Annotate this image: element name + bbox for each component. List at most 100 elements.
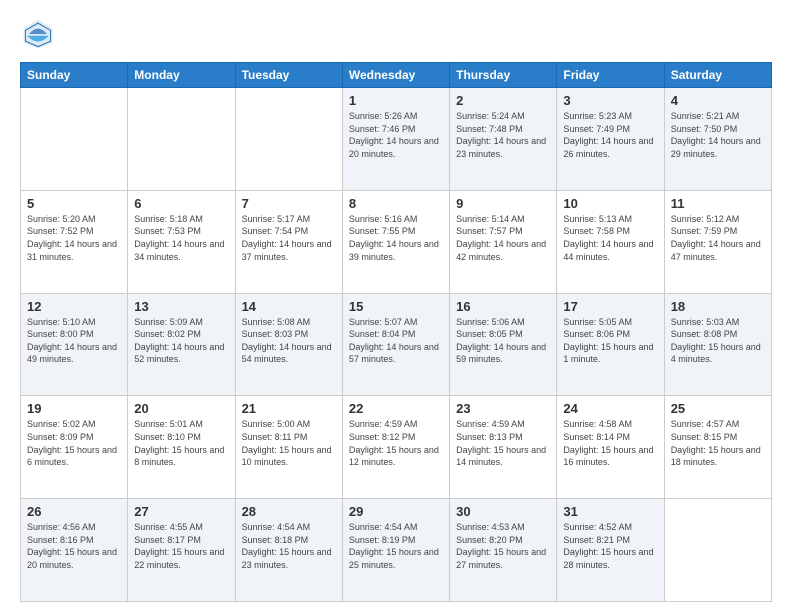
day-detail: Sunrise: 5:01 AMSunset: 8:10 PMDaylight:… [134, 418, 228, 468]
day-number: 29 [349, 504, 443, 519]
day-detail: Sunrise: 4:53 AMSunset: 8:20 PMDaylight:… [456, 521, 550, 571]
day-cell: 4 Sunrise: 5:21 AMSunset: 7:50 PMDayligh… [664, 88, 771, 191]
day-number: 30 [456, 504, 550, 519]
day-cell: 25 Sunrise: 4:57 AMSunset: 8:15 PMDaylig… [664, 396, 771, 499]
day-detail: Sunrise: 5:23 AMSunset: 7:49 PMDaylight:… [563, 110, 657, 160]
day-detail: Sunrise: 4:59 AMSunset: 8:12 PMDaylight:… [349, 418, 443, 468]
day-cell: 3 Sunrise: 5:23 AMSunset: 7:49 PMDayligh… [557, 88, 664, 191]
day-number: 14 [242, 299, 336, 314]
day-cell: 24 Sunrise: 4:58 AMSunset: 8:14 PMDaylig… [557, 396, 664, 499]
day-number: 7 [242, 196, 336, 211]
day-number: 1 [349, 93, 443, 108]
calendar-page: SundayMondayTuesdayWednesdayThursdayFrid… [0, 0, 792, 612]
day-detail: Sunrise: 4:55 AMSunset: 8:17 PMDaylight:… [134, 521, 228, 571]
day-number: 31 [563, 504, 657, 519]
day-cell: 6 Sunrise: 5:18 AMSunset: 7:53 PMDayligh… [128, 190, 235, 293]
day-detail: Sunrise: 5:03 AMSunset: 8:08 PMDaylight:… [671, 316, 765, 366]
weekday-header-wednesday: Wednesday [342, 63, 449, 88]
day-number: 9 [456, 196, 550, 211]
day-detail: Sunrise: 5:12 AMSunset: 7:59 PMDaylight:… [671, 213, 765, 263]
day-number: 18 [671, 299, 765, 314]
weekday-header-thursday: Thursday [450, 63, 557, 88]
day-cell: 18 Sunrise: 5:03 AMSunset: 8:08 PMDaylig… [664, 293, 771, 396]
day-detail: Sunrise: 4:54 AMSunset: 8:18 PMDaylight:… [242, 521, 336, 571]
day-detail: Sunrise: 4:57 AMSunset: 8:15 PMDaylight:… [671, 418, 765, 468]
day-cell: 20 Sunrise: 5:01 AMSunset: 8:10 PMDaylig… [128, 396, 235, 499]
day-cell: 14 Sunrise: 5:08 AMSunset: 8:03 PMDaylig… [235, 293, 342, 396]
week-row-5: 26 Sunrise: 4:56 AMSunset: 8:16 PMDaylig… [21, 499, 772, 602]
day-detail: Sunrise: 5:16 AMSunset: 7:55 PMDaylight:… [349, 213, 443, 263]
weekday-header-friday: Friday [557, 63, 664, 88]
weekday-header-saturday: Saturday [664, 63, 771, 88]
day-number: 12 [27, 299, 121, 314]
day-detail: Sunrise: 5:24 AMSunset: 7:48 PMDaylight:… [456, 110, 550, 160]
day-detail: Sunrise: 5:13 AMSunset: 7:58 PMDaylight:… [563, 213, 657, 263]
logo [20, 16, 60, 52]
day-cell: 16 Sunrise: 5:06 AMSunset: 8:05 PMDaylig… [450, 293, 557, 396]
day-cell: 28 Sunrise: 4:54 AMSunset: 8:18 PMDaylig… [235, 499, 342, 602]
day-number: 21 [242, 401, 336, 416]
day-cell: 19 Sunrise: 5:02 AMSunset: 8:09 PMDaylig… [21, 396, 128, 499]
day-detail: Sunrise: 5:02 AMSunset: 8:09 PMDaylight:… [27, 418, 121, 468]
day-number: 6 [134, 196, 228, 211]
day-cell: 8 Sunrise: 5:16 AMSunset: 7:55 PMDayligh… [342, 190, 449, 293]
day-number: 2 [456, 93, 550, 108]
day-cell: 13 Sunrise: 5:09 AMSunset: 8:02 PMDaylig… [128, 293, 235, 396]
day-number: 20 [134, 401, 228, 416]
day-cell: 12 Sunrise: 5:10 AMSunset: 8:00 PMDaylig… [21, 293, 128, 396]
day-cell: 21 Sunrise: 5:00 AMSunset: 8:11 PMDaylig… [235, 396, 342, 499]
day-number: 24 [563, 401, 657, 416]
day-number: 8 [349, 196, 443, 211]
day-cell: 27 Sunrise: 4:55 AMSunset: 8:17 PMDaylig… [128, 499, 235, 602]
weekday-header-sunday: Sunday [21, 63, 128, 88]
weekday-header-row: SundayMondayTuesdayWednesdayThursdayFrid… [21, 63, 772, 88]
day-number: 26 [27, 504, 121, 519]
day-detail: Sunrise: 5:09 AMSunset: 8:02 PMDaylight:… [134, 316, 228, 366]
day-number: 19 [27, 401, 121, 416]
day-cell: 10 Sunrise: 5:13 AMSunset: 7:58 PMDaylig… [557, 190, 664, 293]
calendar-table: SundayMondayTuesdayWednesdayThursdayFrid… [20, 62, 772, 602]
day-number: 5 [27, 196, 121, 211]
day-number: 16 [456, 299, 550, 314]
day-detail: Sunrise: 5:10 AMSunset: 8:00 PMDaylight:… [27, 316, 121, 366]
day-number: 25 [671, 401, 765, 416]
day-cell: 17 Sunrise: 5:05 AMSunset: 8:06 PMDaylig… [557, 293, 664, 396]
weekday-header-monday: Monday [128, 63, 235, 88]
week-row-3: 12 Sunrise: 5:10 AMSunset: 8:00 PMDaylig… [21, 293, 772, 396]
day-detail: Sunrise: 5:08 AMSunset: 8:03 PMDaylight:… [242, 316, 336, 366]
day-number: 4 [671, 93, 765, 108]
week-row-2: 5 Sunrise: 5:20 AMSunset: 7:52 PMDayligh… [21, 190, 772, 293]
week-row-4: 19 Sunrise: 5:02 AMSunset: 8:09 PMDaylig… [21, 396, 772, 499]
day-cell [235, 88, 342, 191]
day-number: 28 [242, 504, 336, 519]
day-cell: 15 Sunrise: 5:07 AMSunset: 8:04 PMDaylig… [342, 293, 449, 396]
day-detail: Sunrise: 4:59 AMSunset: 8:13 PMDaylight:… [456, 418, 550, 468]
day-detail: Sunrise: 5:06 AMSunset: 8:05 PMDaylight:… [456, 316, 550, 366]
header [20, 16, 772, 52]
day-cell [21, 88, 128, 191]
day-detail: Sunrise: 5:17 AMSunset: 7:54 PMDaylight:… [242, 213, 336, 263]
day-number: 22 [349, 401, 443, 416]
day-detail: Sunrise: 5:14 AMSunset: 7:57 PMDaylight:… [456, 213, 550, 263]
day-cell: 7 Sunrise: 5:17 AMSunset: 7:54 PMDayligh… [235, 190, 342, 293]
day-number: 3 [563, 93, 657, 108]
day-cell [664, 499, 771, 602]
day-detail: Sunrise: 5:18 AMSunset: 7:53 PMDaylight:… [134, 213, 228, 263]
day-number: 11 [671, 196, 765, 211]
day-detail: Sunrise: 5:21 AMSunset: 7:50 PMDaylight:… [671, 110, 765, 160]
logo-icon [20, 16, 56, 52]
week-row-1: 1 Sunrise: 5:26 AMSunset: 7:46 PMDayligh… [21, 88, 772, 191]
day-cell: 23 Sunrise: 4:59 AMSunset: 8:13 PMDaylig… [450, 396, 557, 499]
day-cell: 2 Sunrise: 5:24 AMSunset: 7:48 PMDayligh… [450, 88, 557, 191]
day-cell: 22 Sunrise: 4:59 AMSunset: 8:12 PMDaylig… [342, 396, 449, 499]
day-number: 27 [134, 504, 228, 519]
day-cell [128, 88, 235, 191]
weekday-header-tuesday: Tuesday [235, 63, 342, 88]
day-cell: 29 Sunrise: 4:54 AMSunset: 8:19 PMDaylig… [342, 499, 449, 602]
day-number: 10 [563, 196, 657, 211]
day-detail: Sunrise: 5:00 AMSunset: 8:11 PMDaylight:… [242, 418, 336, 468]
day-detail: Sunrise: 5:20 AMSunset: 7:52 PMDaylight:… [27, 213, 121, 263]
day-cell: 26 Sunrise: 4:56 AMSunset: 8:16 PMDaylig… [21, 499, 128, 602]
day-cell: 9 Sunrise: 5:14 AMSunset: 7:57 PMDayligh… [450, 190, 557, 293]
day-cell: 31 Sunrise: 4:52 AMSunset: 8:21 PMDaylig… [557, 499, 664, 602]
